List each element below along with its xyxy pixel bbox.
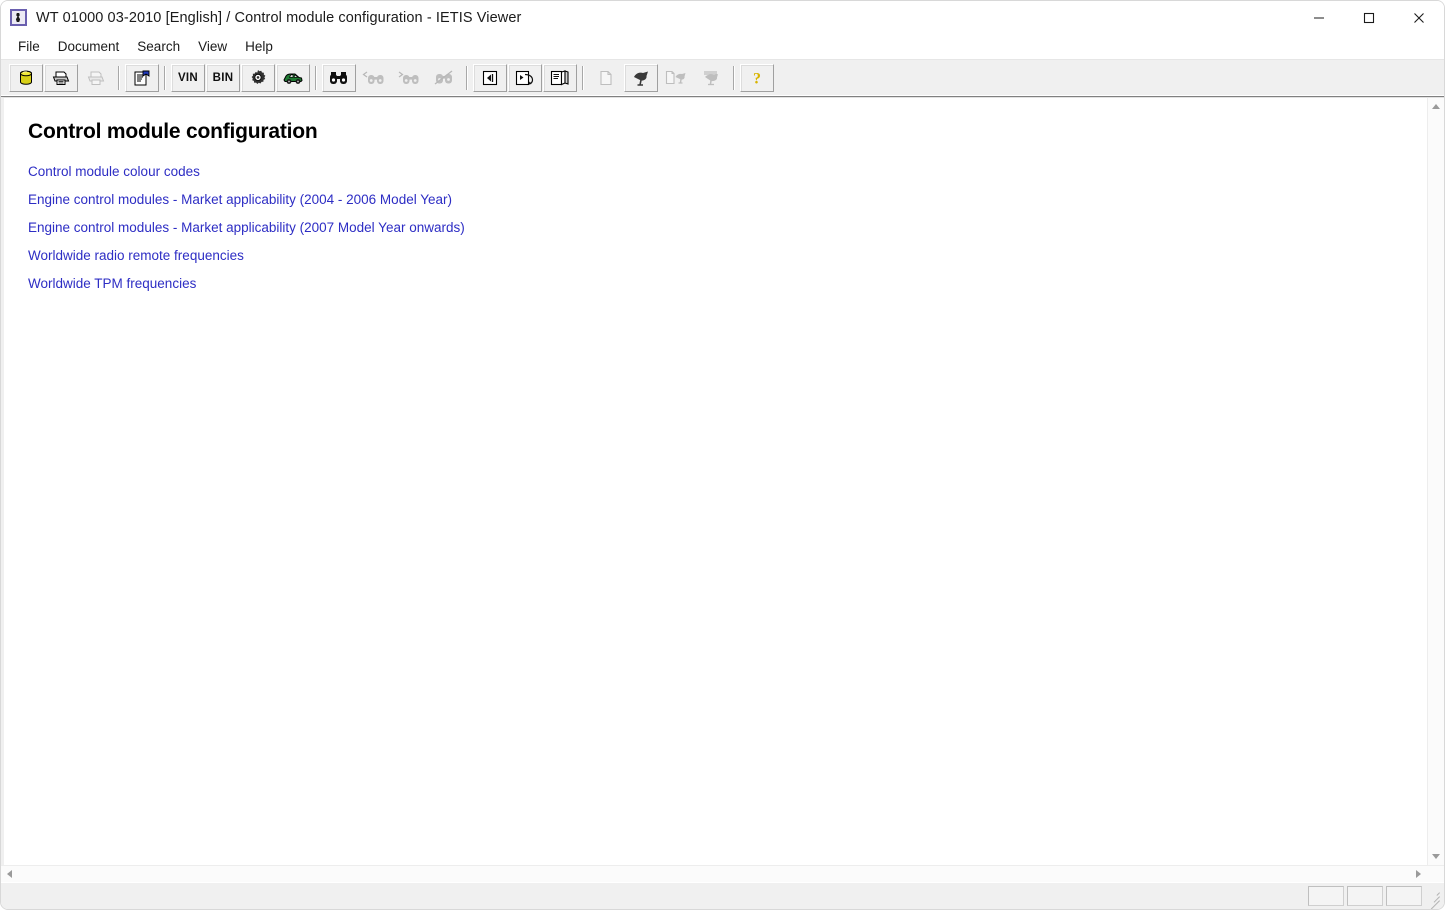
statusbar [1,882,1444,909]
menu-item-search[interactable]: Search [128,36,189,57]
new-page-button [589,64,623,92]
history-button[interactable] [508,64,542,92]
help-button[interactable]: ? [740,64,774,92]
toolbar-separator [118,66,120,90]
status-panel-2 [1347,886,1383,906]
horizontal-scroll-track[interactable] [18,866,1410,882]
search-next-icon [397,68,421,88]
gear-icon [248,68,268,88]
menubar: File Document Search View Help [1,34,1444,60]
horizontal-scrollbar[interactable] [1,865,1444,882]
history-icon [514,68,536,88]
application-window: WT 01000 03-2010 [English] / Control mod… [0,0,1445,910]
scroll-up-button[interactable] [1428,98,1444,115]
print-preview-icon [86,68,106,88]
vehicle-icon [282,68,304,88]
search-next-button [392,64,426,92]
add-bookmark-button [659,64,693,92]
search-previous-icon [362,68,386,88]
link-engine-control-modules-2004-2006[interactable]: Engine control modules - Market applicab… [28,192,452,207]
save-bookmark-icon [700,68,722,88]
resize-grip[interactable] [1425,888,1441,909]
toolbar-separator [466,66,468,90]
vin-button[interactable]: VIN [171,64,205,92]
menu-item-help[interactable]: Help [236,36,282,57]
go-back-button[interactable] [473,64,507,92]
close-button[interactable] [1394,1,1444,34]
page-title: Control module configuration [28,120,318,143]
vertical-scrollbar[interactable] [1427,98,1444,865]
go-back-icon [480,68,500,88]
chevron-right-icon [1416,870,1421,878]
document-properties-button[interactable] [125,64,159,92]
app-icon [10,9,27,26]
scroll-left-button[interactable] [1,866,18,882]
maximize-button[interactable] [1344,1,1394,34]
minimize-button[interactable] [1294,1,1344,34]
gear-button[interactable] [241,64,275,92]
link-engine-control-modules-2007-onwards[interactable]: Engine control modules - Market applicab… [28,220,465,235]
scroll-right-button[interactable] [1410,866,1427,882]
vertical-scroll-track[interactable] [1428,115,1444,848]
database-icon [16,68,36,88]
search-button[interactable] [322,64,356,92]
menu-item-document[interactable]: Document [49,36,129,57]
database-button[interactable] [9,64,43,92]
bookmark-icon [631,68,651,88]
link-worldwide-radio-remote-frequencies[interactable]: Worldwide radio remote frequencies [28,248,244,263]
bin-button[interactable]: BIN [206,64,240,92]
status-panel-3 [1386,886,1422,906]
print-preview-button [79,64,113,92]
toolbar-separator [733,66,735,90]
save-bookmark-button [694,64,728,92]
add-bookmark-icon [664,68,688,88]
bookmark-button[interactable] [624,64,658,92]
vehicle-button[interactable] [276,64,310,92]
toolbar-separator [164,66,166,90]
help-icon: ? [747,68,767,88]
document-view: Control module configuration Control mod… [4,98,1427,865]
menu-item-view[interactable]: View [189,36,236,57]
toolbar-separator [582,66,584,90]
link-control-module-colour-codes[interactable]: Control module colour codes [28,164,200,179]
toolbar: VIN BIN ? [1,60,1444,97]
toolbar-separator [315,66,317,90]
book-button[interactable] [543,64,577,92]
document-properties-icon [132,68,152,88]
window-title: WT 01000 03-2010 [English] / Control mod… [36,9,522,26]
titlebar[interactable]: WT 01000 03-2010 [English] / Control mod… [1,1,1444,34]
print-button[interactable] [44,64,78,92]
clear-search-button [427,64,461,92]
status-panel-1 [1308,886,1344,906]
scroll-down-button[interactable] [1428,848,1444,865]
vin-label: VIN [177,72,199,84]
document-row: Control module configuration Control mod… [1,97,1444,865]
search-previous-button [357,64,391,92]
scrollbar-corner [1427,866,1444,882]
svg-text:?: ? [753,71,761,88]
window-controls [1294,1,1444,34]
search-icon [328,68,350,88]
new-page-icon [596,68,616,88]
book-icon [549,68,571,88]
client-area: Control module configuration Control mod… [1,97,1444,882]
chevron-up-icon [1432,104,1440,109]
clear-search-icon [432,68,456,88]
chevron-left-icon [7,870,12,878]
chevron-down-icon [1432,854,1440,859]
link-worldwide-tpm-frequencies[interactable]: Worldwide TPM frequencies [28,276,196,291]
print-icon [51,68,71,88]
bin-label: BIN [212,72,234,84]
menu-item-file[interactable]: File [9,36,49,57]
status-message [5,886,1308,906]
